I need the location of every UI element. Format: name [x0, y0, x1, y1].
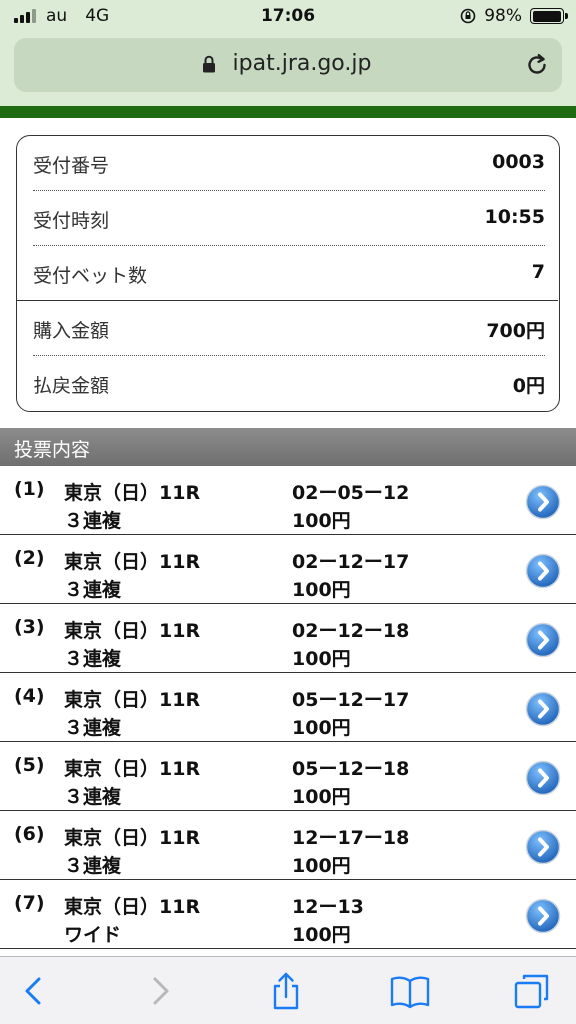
- ticket-amount: 100円: [292, 510, 351, 532]
- chevron-right-circle-icon[interactable]: [525, 829, 561, 865]
- section-header-bet-details: 投票内容: [0, 428, 576, 466]
- summary-value: 0円: [512, 375, 545, 397]
- share-icon[interactable]: [266, 971, 306, 1011]
- site-header-bar: [0, 106, 576, 118]
- ticket-row[interactable]: (4) 東京（日）11R ３連複 05ー12ー17 100円: [0, 673, 576, 742]
- ticket-race: 東京（日）11R: [64, 689, 201, 711]
- status-right: 98%: [460, 6, 568, 26]
- summary-label: 購入金額: [33, 320, 110, 342]
- ticket-index: (5): [14, 754, 45, 776]
- ticket-index: (1): [14, 478, 45, 500]
- ticket-combination: 05ー12ー18: [292, 758, 410, 780]
- ticket-row[interactable]: (7) 東京（日）11R ワイド 12ー13 100円: [0, 880, 576, 949]
- ticket-bet-type: ３連複: [64, 648, 122, 670]
- ticket-amount: 100円: [292, 855, 351, 877]
- ticket-amount: 100円: [292, 648, 351, 670]
- orientation-lock-icon: [460, 8, 476, 24]
- summary-value: 0003: [492, 151, 545, 173]
- ticket-amount: 100円: [292, 579, 351, 601]
- chevron-right-circle-icon[interactable]: [525, 760, 561, 796]
- forward-icon[interactable]: [140, 971, 180, 1011]
- summary-label: 受付番号: [33, 155, 110, 177]
- ticket-bet-type: ３連複: [64, 855, 122, 877]
- ticket-bet-type: ３連複: [64, 786, 122, 808]
- ticket-race: 東京（日）11R: [64, 896, 201, 918]
- ticket-combination: 05ー12ー17: [292, 689, 410, 711]
- ticket-row[interactable]: (1) 東京（日）11R ３連複 02ー05ー12 100円: [0, 466, 576, 535]
- ticket-amount: 100円: [292, 717, 351, 739]
- ticket-bet-type: ワイド: [64, 924, 122, 946]
- summary-row-receipt-number: 受付番号 0003: [33, 136, 545, 190]
- summary-label: 受付時刻: [33, 210, 110, 232]
- summary-value: 700円: [486, 320, 545, 342]
- ticket-index: (7): [14, 892, 45, 914]
- summary-row-purchase-amount: 購入金額 700円: [33, 301, 545, 355]
- address-bar[interactable]: ipat.jra.go.jp: [14, 38, 562, 92]
- status-bar: au 4G 17:06 98%: [0, 0, 576, 34]
- ticket-row[interactable]: (6) 東京（日）11R ３連複 12ー17ー18 100円: [0, 811, 576, 880]
- url-label: ipat.jra.go.jp: [232, 51, 372, 76]
- ticket-bet-type: ３連複: [64, 579, 122, 601]
- ticket-row[interactable]: (3) 東京（日）11R ３連複 02ー12ー18 100円: [0, 604, 576, 673]
- ticket-index: (6): [14, 823, 45, 845]
- ticket-index: (3): [14, 616, 45, 638]
- tabs-icon[interactable]: [512, 971, 552, 1011]
- chevron-right-circle-icon[interactable]: [525, 622, 561, 658]
- summary-label: 受付ベット数: [33, 265, 148, 287]
- ticket-row[interactable]: (5) 東京（日）11R ３連複 05ー12ー18 100円: [0, 742, 576, 811]
- ticket-amount: 100円: [292, 786, 351, 808]
- back-icon[interactable]: [14, 971, 54, 1011]
- battery-icon: [530, 8, 568, 24]
- ticket-index: (4): [14, 685, 45, 707]
- reload-icon[interactable]: [524, 52, 550, 78]
- url-text: ipat.jra.go.jp: [14, 51, 562, 76]
- receipt-summary: 受付番号 0003 受付時刻 10:55 受付ベット数 7 購入金額 700円 …: [16, 135, 560, 412]
- summary-value: 10:55: [484, 206, 545, 228]
- bookmarks-icon[interactable]: [390, 971, 430, 1011]
- battery-fill: [532, 10, 561, 22]
- ticket-combination: 02ー12ー18: [292, 620, 410, 642]
- battery-percent: 98%: [484, 6, 522, 26]
- summary-label: 払戻金額: [33, 375, 110, 397]
- ticket-index: (2): [14, 547, 45, 569]
- browser-top-bar: ipat.jra.go.jp: [0, 34, 576, 106]
- ticket-combination: 02ー05ー12: [292, 482, 410, 504]
- ticket-race: 東京（日）11R: [64, 827, 201, 849]
- ticket-race: 東京（日）11R: [64, 620, 201, 642]
- browser-toolbar: [0, 956, 576, 1024]
- ticket-combination: 12ー17ー18: [292, 827, 410, 849]
- summary-row-bet-count: 受付ベット数 7: [33, 246, 545, 300]
- ticket-race: 東京（日）11R: [64, 758, 201, 780]
- ticket-race: 東京（日）11R: [64, 482, 201, 504]
- chevron-right-circle-icon[interactable]: [525, 691, 561, 727]
- ticket-row[interactable]: (2) 東京（日）11R ３連複 02ー12ー17 100円: [0, 535, 576, 604]
- ticket-amount: 100円: [292, 924, 351, 946]
- ticket-race: 東京（日）11R: [64, 551, 201, 573]
- summary-row-receipt-time: 受付時刻 10:55: [33, 191, 545, 245]
- ticket-combination: 12ー13: [292, 896, 364, 918]
- chevron-right-circle-icon[interactable]: [525, 484, 561, 520]
- ticket-list: (1) 東京（日）11R ３連複 02ー05ー12 100円 (2) 東京（日）…: [0, 466, 576, 949]
- chevron-right-circle-icon[interactable]: [525, 553, 561, 589]
- summary-value: 7: [531, 261, 545, 283]
- ticket-combination: 02ー12ー17: [292, 551, 410, 573]
- chevron-right-circle-icon[interactable]: [525, 898, 561, 934]
- summary-row-payout-amount: 払戻金額 0円: [33, 356, 545, 410]
- ticket-bet-type: ３連複: [64, 510, 122, 532]
- ticket-bet-type: ３連複: [64, 717, 122, 739]
